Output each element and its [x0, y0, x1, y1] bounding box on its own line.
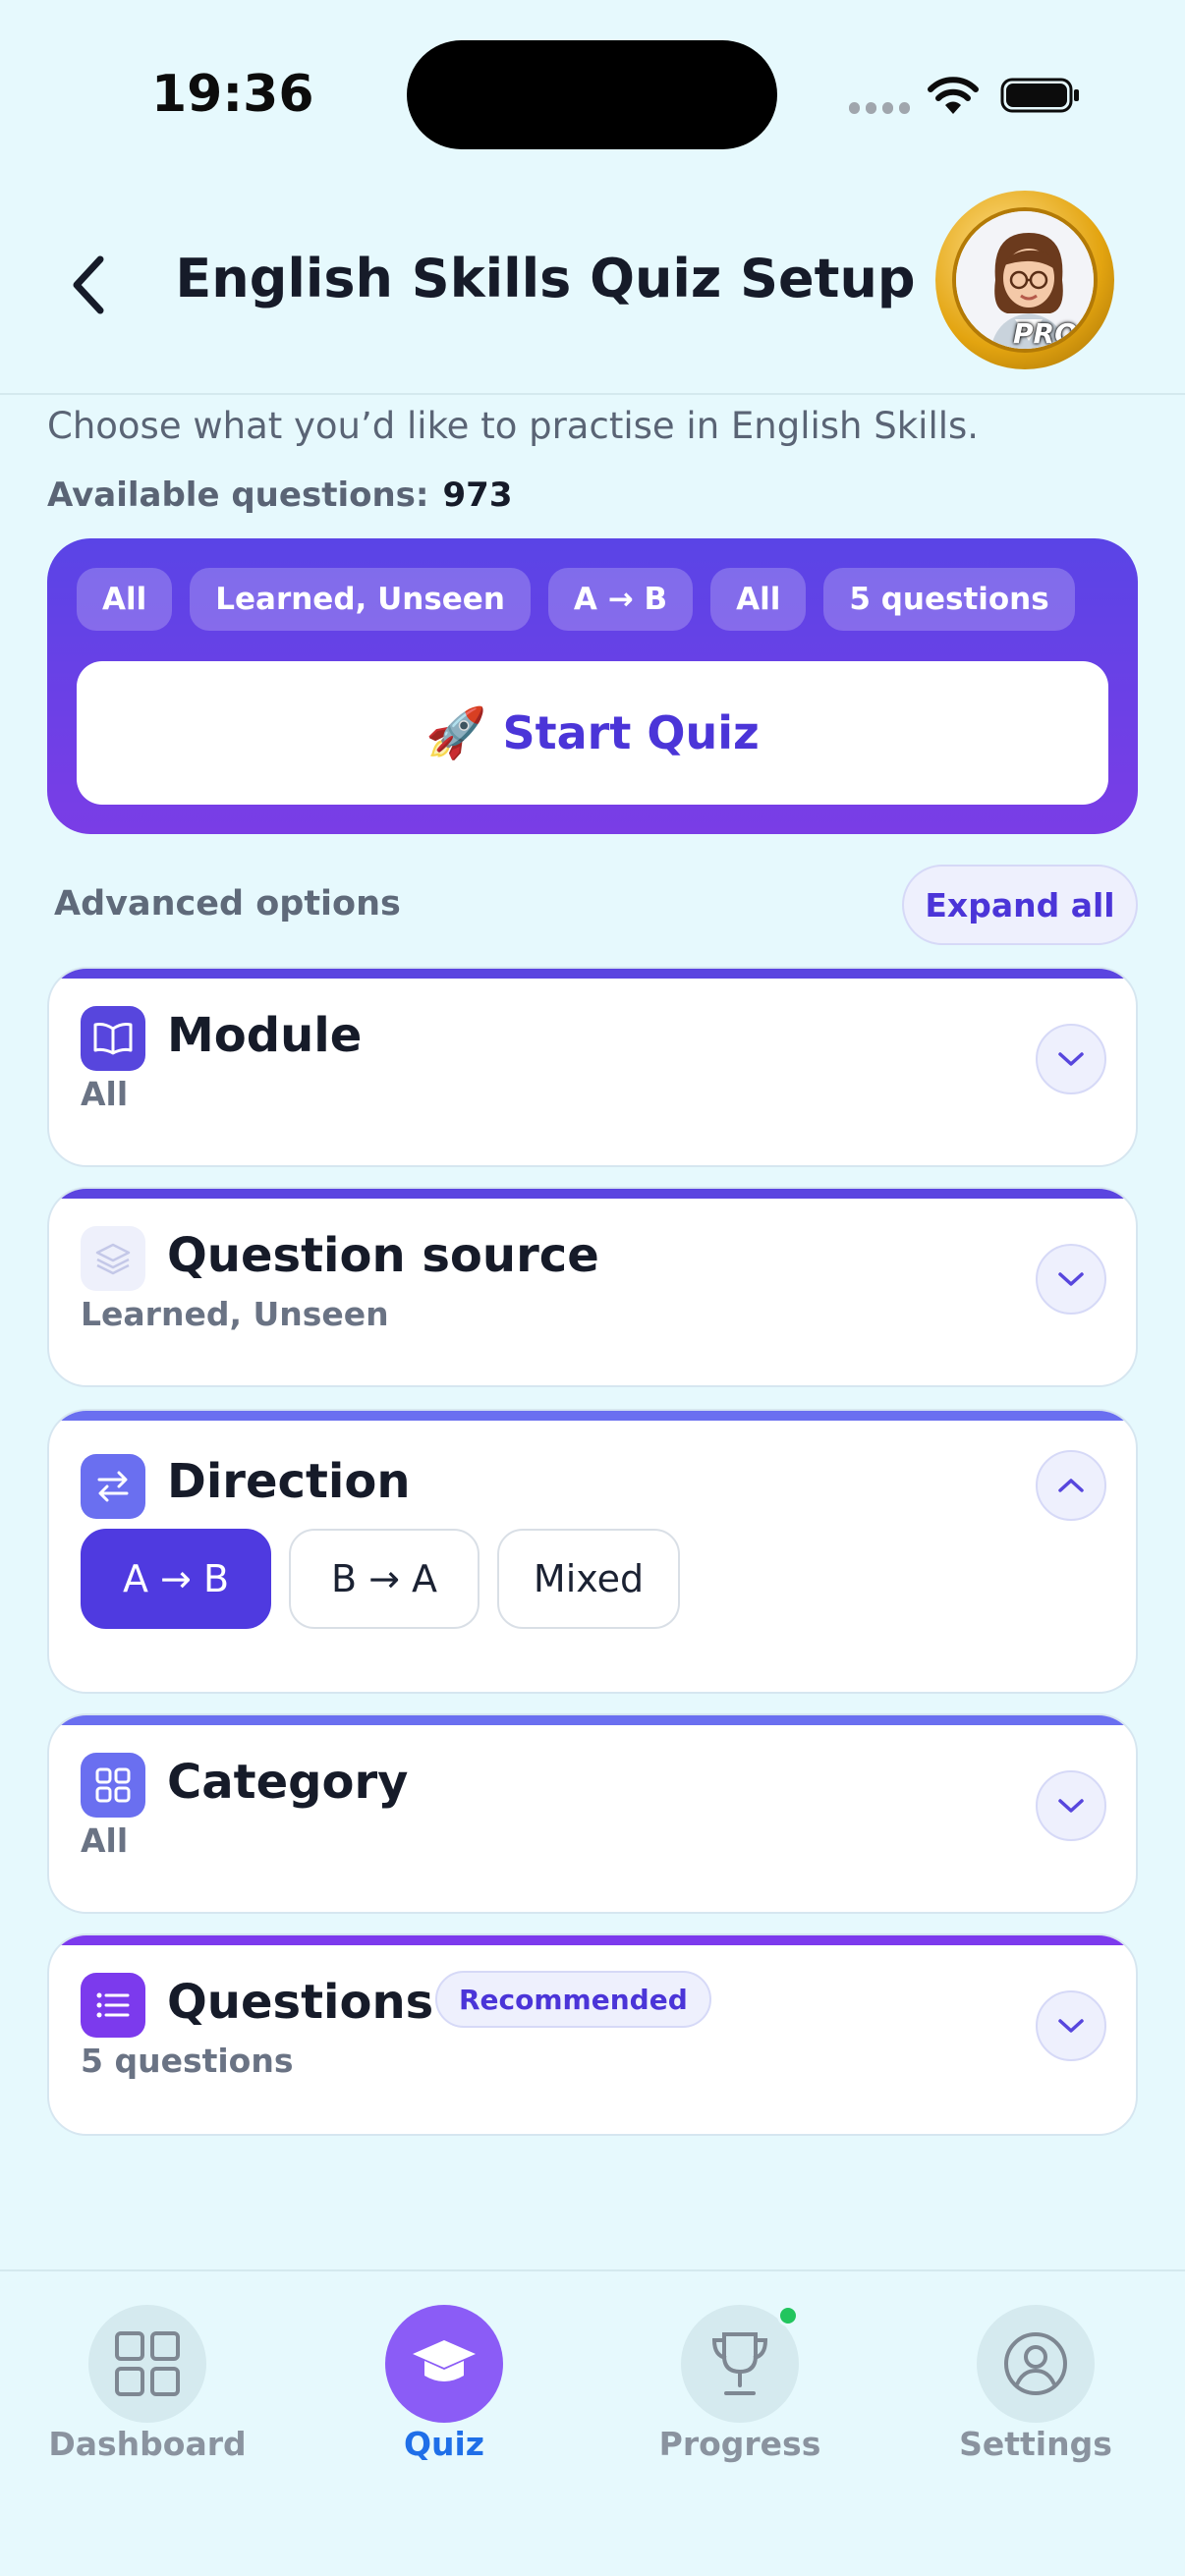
start-quiz-button[interactable]: 🚀 Start Quiz [77, 661, 1108, 805]
chevron-down-icon[interactable] [1036, 1990, 1106, 2061]
direction-options: A → B B → A Mixed [81, 1529, 680, 1629]
section-questions-value: 5 questions [81, 2042, 294, 2080]
quiz-summary-card: All Learned, Unseen A → B All 5 question… [47, 538, 1138, 834]
section-module-value: All [81, 1075, 129, 1113]
section-category[interactable]: Category All [47, 1713, 1138, 1914]
nav-settings-label: Settings [959, 2425, 1112, 2463]
pro-badge: PRO [1013, 317, 1078, 350]
section-category-title: Category [167, 1755, 409, 1810]
expand-all-button[interactable]: Expand all [902, 865, 1138, 945]
status-time: 19:36 [151, 65, 314, 124]
nav-dashboard-label: Dashboard [48, 2425, 247, 2463]
direction-option-mixed[interactable]: Mixed [497, 1529, 680, 1629]
grid-icon [88, 2305, 206, 2423]
chevron-up-icon[interactable] [1036, 1450, 1106, 1521]
section-questions[interactable]: Questions Recommended 5 questions [47, 1933, 1138, 2136]
section-questions-title: Questions [167, 1975, 434, 2030]
graduation-cap-icon [385, 2305, 503, 2423]
layers-icon [81, 1226, 145, 1291]
chevron-left-icon [73, 255, 104, 314]
direction-option-b-to-a[interactable]: B → A [289, 1529, 480, 1629]
available-label: Available questions: [47, 476, 429, 515]
page-subtitle: Choose what you’d like to practise in En… [47, 405, 980, 447]
book-icon [81, 1006, 145, 1071]
advanced-options-label: Advanced options [54, 884, 401, 924]
user-circle-icon [977, 2305, 1095, 2423]
swap-arrows-icon [81, 1454, 145, 1519]
recommended-badge: Recommended [435, 1971, 711, 2028]
section-source-title: Question source [167, 1228, 599, 1283]
avatar[interactable]: PRO [935, 191, 1114, 369]
section-direction-title: Direction [167, 1454, 411, 1509]
rocket-icon: 🚀 [425, 703, 487, 761]
wifi-icon [928, 77, 979, 114]
section-source-value: Learned, Unseen [81, 1295, 389, 1333]
chevron-down-icon[interactable] [1036, 1024, 1106, 1094]
summary-chip-source[interactable]: Learned, Unseen [190, 568, 531, 631]
section-module-title: Module [167, 1008, 363, 1063]
header: English Skills Quiz Setup PRO [0, 187, 1185, 395]
back-button[interactable] [59, 246, 118, 324]
section-question-source[interactable]: Question source Learned, Unseen [47, 1187, 1138, 1387]
summary-chips: All Learned, Unseen A → B All 5 question… [77, 568, 1075, 631]
nav-progress[interactable]: Progress [592, 2287, 887, 2463]
available-questions: Available questions: 973 [47, 476, 512, 515]
battery-icon [1000, 78, 1079, 113]
list-icon [81, 1973, 145, 2038]
bottom-nav: Dashboard Quiz Progress Settings [0, 2269, 1185, 2576]
summary-chip-questions[interactable]: 5 questions [823, 568, 1075, 631]
cellular-signal-icon [849, 102, 910, 116]
summary-chip-direction[interactable]: A → B [547, 568, 694, 631]
section-direction: Direction A → B B → A Mixed [47, 1409, 1138, 1694]
nav-dashboard[interactable]: Dashboard [0, 2287, 295, 2463]
dynamic-island [407, 40, 777, 149]
nav-quiz[interactable]: Quiz [297, 2287, 592, 2463]
summary-chip-module[interactable]: All [77, 568, 173, 631]
start-quiz-label: Start Quiz [502, 706, 760, 759]
status-bar: 19:36 [0, 0, 1185, 187]
nav-quiz-label: Quiz [403, 2425, 485, 2463]
section-category-value: All [81, 1821, 129, 1860]
chevron-down-icon[interactable] [1036, 1770, 1106, 1841]
section-module[interactable]: Module All [47, 967, 1138, 1167]
summary-chip-category[interactable]: All [710, 568, 807, 631]
available-count: 973 [442, 476, 513, 515]
direction-option-a-to-b[interactable]: A → B [81, 1529, 271, 1629]
notification-dot [777, 2305, 799, 2326]
nav-progress-label: Progress [658, 2425, 821, 2463]
grid-icon [81, 1753, 145, 1818]
chevron-down-icon[interactable] [1036, 1244, 1106, 1315]
page-title: English Skills Quiz Setup [175, 248, 916, 309]
nav-settings[interactable]: Settings [888, 2287, 1183, 2463]
